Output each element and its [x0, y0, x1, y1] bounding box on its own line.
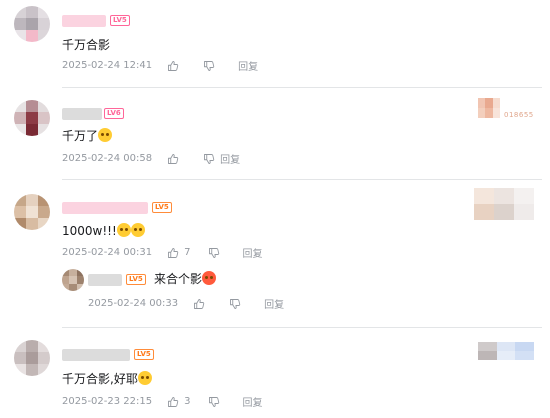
level-badge: LV5	[126, 274, 146, 285]
comment-time: 2025-02-24 00:58	[62, 153, 153, 164]
side-label: 018655	[504, 111, 534, 119]
comment-meta: 2025-02-23 22:15 3 回复	[62, 394, 263, 409]
level-badge: LV5	[134, 349, 154, 360]
comment-meta: 2025-02-24 00:31 7 回复	[62, 245, 263, 260]
like-count: 7	[184, 247, 191, 258]
dislike-icon[interactable]	[202, 59, 216, 73]
reply-meta: 2025-02-24 00:33 回复	[88, 296, 284, 311]
emoji-icon	[116, 223, 131, 237]
username[interactable]	[88, 274, 122, 286]
comment-item: LV6 千万了 2025-02-24 00:58 回复 018655	[0, 90, 550, 180]
comment-item: LV5 千万合影 2025-02-24 12:41 回复	[0, 0, 550, 90]
emoji-icon	[98, 128, 113, 142]
side-thumbnail[interactable]	[474, 188, 534, 220]
emoji-icon	[137, 371, 152, 385]
like-icon[interactable]	[166, 395, 180, 409]
comment-text: 千万合影,好耶	[62, 371, 152, 387]
comment-meta: 2025-02-24 00:58 回复	[62, 151, 240, 166]
comment-time: 2025-02-23 22:15	[62, 396, 153, 407]
like-icon[interactable]	[166, 59, 180, 73]
reply-time: 2025-02-24 00:33	[88, 298, 179, 309]
level-badge: LV5	[110, 15, 130, 26]
dislike-icon[interactable]	[207, 395, 221, 409]
comment-text: 千万合影	[62, 38, 111, 52]
username[interactable]	[62, 202, 148, 214]
side-thumbnail[interactable]	[478, 98, 500, 118]
comment-item: LV5 千万合影,好耶 2025-02-23 22:15 3 回复	[0, 328, 550, 418]
side-thumbnail[interactable]	[478, 342, 534, 360]
like-icon[interactable]	[166, 152, 180, 166]
avatar[interactable]	[14, 340, 50, 376]
username[interactable]	[62, 15, 106, 27]
username[interactable]	[62, 349, 130, 361]
avatar[interactable]	[14, 6, 50, 42]
reply-button[interactable]: 回复	[264, 296, 284, 311]
level-badge: LV6	[104, 108, 124, 119]
dislike-icon[interactable]	[202, 152, 216, 166]
divider	[62, 87, 542, 88]
comment-text: 千万了	[62, 128, 113, 144]
like-count: 3	[184, 396, 191, 407]
like-icon[interactable]	[166, 246, 180, 260]
reply-button[interactable]: 回复	[243, 394, 263, 409]
comment-item: LV5 1000w!!! 2025-02-24 00:31 7 回复 LV5 来…	[0, 180, 550, 328]
comment-text: 1000w!!!	[62, 223, 145, 239]
comment-time: 2025-02-24 00:31	[62, 247, 153, 258]
avatar[interactable]	[14, 100, 50, 136]
reply-button[interactable]: 回复	[238, 58, 258, 73]
username[interactable]	[62, 108, 102, 120]
like-icon[interactable]	[192, 297, 206, 311]
avatar[interactable]	[14, 194, 50, 230]
reply-button[interactable]: 回复	[243, 245, 263, 260]
reply-button[interactable]: 回复	[220, 151, 240, 166]
comment-meta: 2025-02-24 12:41 回复	[62, 58, 258, 73]
emoji-icon	[130, 223, 145, 237]
reply-text: 来合个影	[154, 271, 217, 287]
level-badge: LV5	[152, 202, 172, 213]
avatar[interactable]	[62, 269, 84, 291]
comment-time: 2025-02-24 12:41	[62, 60, 153, 71]
emoji-icon	[202, 271, 217, 285]
dislike-icon[interactable]	[228, 297, 242, 311]
dislike-icon[interactable]	[207, 246, 221, 260]
